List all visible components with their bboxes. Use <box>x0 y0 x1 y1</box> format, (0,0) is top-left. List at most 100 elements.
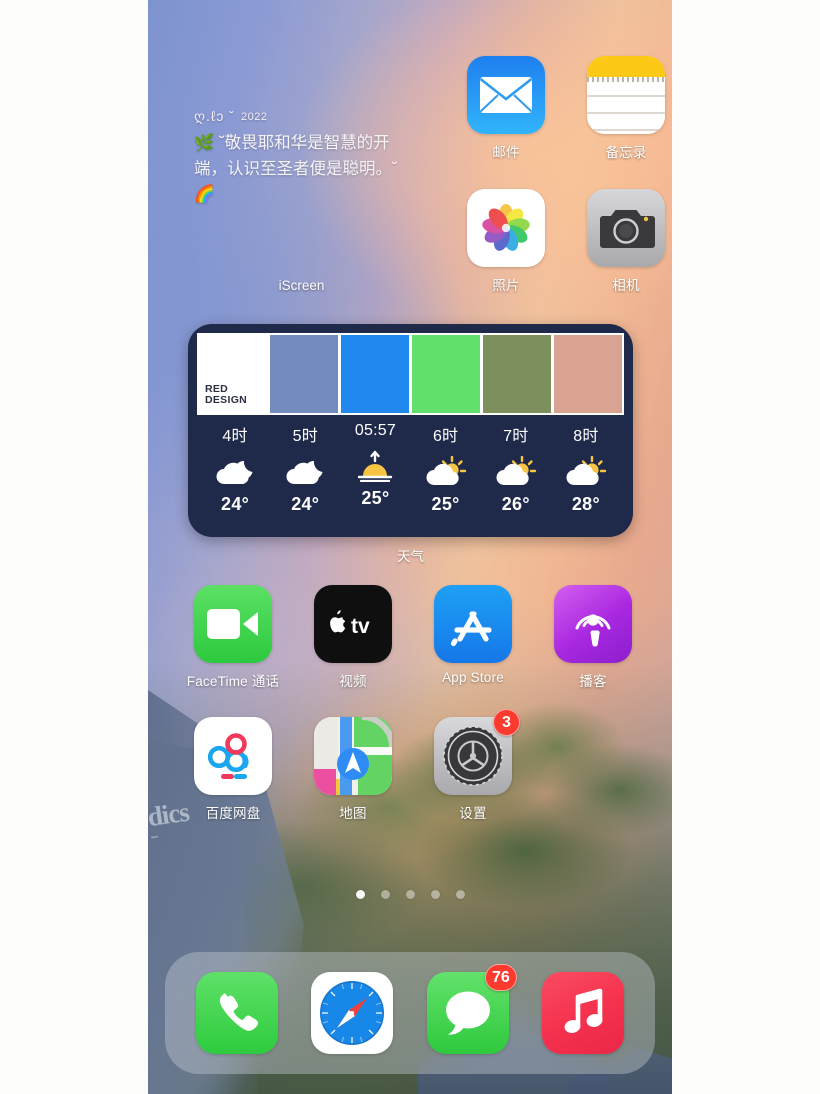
app-label: 播客 <box>579 674 607 689</box>
app-label: App Store <box>442 670 504 685</box>
speech-bubble-glyph <box>445 991 490 1035</box>
apple-tv-icon[interactable]: tv <box>314 585 392 663</box>
photos-icon[interactable] <box>467 189 545 267</box>
app-label: 百度网盘 <box>205 806 261 821</box>
forecast-hour: 8时 28° <box>551 422 621 515</box>
weather-widget[interactable]: RED DESIGN 4时 24° 5时 24° 05:57 25° 6时 25… <box>188 324 633 537</box>
page-indicator[interactable] <box>148 890 672 899</box>
forecast-temp: 26° <box>501 494 530 514</box>
camera-body-glyph <box>600 210 655 248</box>
app-camera[interactable]: 相机 <box>574 189 672 294</box>
app-appstore[interactable]: App Store <box>421 585 525 685</box>
facetime-icon[interactable] <box>194 585 272 663</box>
envelope-glyph <box>479 77 533 113</box>
app-mail[interactable]: 邮件 <box>454 56 558 161</box>
baidu-cloud-glyph <box>207 733 249 779</box>
maps-icon[interactable] <box>314 717 392 795</box>
svg-text:tv: tv <box>351 615 370 638</box>
forecast-temp: 24° <box>221 494 250 514</box>
app-label: 邮件 <box>492 145 520 160</box>
dock: 76 <box>165 952 655 1074</box>
app-label: 备忘录 <box>605 145 647 160</box>
app-store-icon[interactable] <box>434 585 512 663</box>
cloudy-night-icon <box>200 452 270 492</box>
app-label: 视频 <box>339 674 367 689</box>
forecast-time: 05:57 <box>354 422 396 439</box>
swatch-white: RED DESIGN <box>199 335 267 413</box>
photos-pinwheel-glyph <box>482 204 530 251</box>
baidu-netdisk-icon[interactable] <box>194 717 272 795</box>
gear-glyph <box>443 726 503 786</box>
cloudy-night-icon <box>270 452 340 492</box>
app-notes[interactable]: 备忘录 <box>574 56 672 161</box>
page-dot-5[interactable] <box>455 890 465 899</box>
forecast-time: 6时 <box>432 428 459 445</box>
forecast-hour: 5时 24° <box>270 422 340 515</box>
phone-handset-glyph <box>219 993 258 1031</box>
forecast-time: 7时 <box>503 428 529 445</box>
app-appletv[interactable]: tv 视频 <box>301 585 405 690</box>
app-label: FaceTime 通话 <box>186 674 280 689</box>
forecast-temp: 28° <box>571 494 600 514</box>
forecast-time: 4时 <box>222 428 248 445</box>
forecast-hour: 7时 26° <box>481 422 551 515</box>
forecast-temp: 25° <box>431 494 460 514</box>
music-note-icon[interactable] <box>542 972 625 1054</box>
forecast-time: 5时 <box>292 428 318 445</box>
settings-gear-icon[interactable]: 3 <box>434 709 520 795</box>
swatch-bright-green <box>412 335 480 413</box>
color-swatch-strip: RED DESIGN <box>197 333 624 415</box>
podcasts-icon[interactable] <box>554 585 632 663</box>
app-label: 照片 <box>492 278 520 293</box>
swatch-slate-blue <box>270 335 338 413</box>
partly-sunny-icon <box>481 452 551 492</box>
double-eighth-note-glyph <box>564 988 603 1033</box>
page-dot-3[interactable] <box>405 890 415 899</box>
app-settings[interactable]: 3 设置 <box>421 709 525 822</box>
sunrise-icon <box>340 446 410 486</box>
weather-widget-label: 天气 <box>397 549 424 564</box>
page-dot-4[interactable] <box>430 890 440 899</box>
messages-bubble-icon[interactable]: 76 <box>426 964 517 1054</box>
page-dot-1[interactable] <box>355 890 365 899</box>
phone-icon[interactable] <box>195 972 278 1054</box>
camera-icon[interactable] <box>587 189 665 267</box>
video-camera-glyph <box>207 609 258 639</box>
swatch-olive-green <box>483 335 551 413</box>
podcast-antenna-glyph <box>575 614 611 647</box>
notes-header-band <box>587 56 665 77</box>
swatch-bright-blue <box>341 335 409 413</box>
app-store-a-glyph <box>450 611 492 647</box>
mail-icon[interactable] <box>467 56 545 134</box>
forecast-hour: 05:57 25° <box>340 422 410 515</box>
maps-plan-glyph <box>314 717 392 795</box>
app-label: 地图 <box>339 806 367 821</box>
app-photos[interactable]: 照片 <box>454 189 558 294</box>
messages-badge: 76 <box>484 964 517 991</box>
screenshot-root: dics ∙∙∙ ღ.ℓɔ ˘ 2022 🌿 ˘敬畏耶和华是智慧的开端，认识至圣者便… <box>0 0 820 1094</box>
forecast-time: 8时 <box>573 428 599 445</box>
app-podcasts[interactable]: 播客 <box>541 585 645 690</box>
page-dot-2[interactable] <box>380 890 390 899</box>
compass-glyph <box>320 981 385 1045</box>
forecast-temp: 25° <box>361 488 390 508</box>
partly-sunny-icon <box>411 452 481 492</box>
app-baidu-netdisk[interactable]: 百度网盘 <box>181 717 285 822</box>
settings-badge: 3 <box>493 709 520 736</box>
notes-lines <box>587 82 665 134</box>
safari-compass-icon[interactable] <box>311 972 394 1054</box>
phone-screen: dics ∙∙∙ ღ.ℓɔ ˘ 2022 🌿 ˘敬畏耶和华是智慧的开端，认识至圣者便… <box>148 0 672 1094</box>
partly-sunny-icon <box>551 452 621 492</box>
swatch-brand-text: RED DESIGN <box>205 383 248 408</box>
app-label: 设置 <box>459 806 487 821</box>
notes-icon[interactable] <box>587 56 665 134</box>
hourly-forecast: 4时 24° 5时 24° 05:57 25° 6时 25° 7时 26° 8时… <box>188 422 633 515</box>
app-label: 相机 <box>612 278 640 293</box>
forecast-hour: 4时 24° <box>200 422 270 515</box>
forecast-hour: 6时 25° <box>411 422 481 515</box>
app-maps[interactable]: 地图 <box>301 717 405 822</box>
swatch-brand-line2: DESIGN <box>205 394 248 407</box>
app-facetime[interactable]: FaceTime 通话 <box>181 585 285 690</box>
apple-tv-wordmark-glyph: tv <box>330 610 370 638</box>
forecast-temp: 24° <box>291 494 320 514</box>
